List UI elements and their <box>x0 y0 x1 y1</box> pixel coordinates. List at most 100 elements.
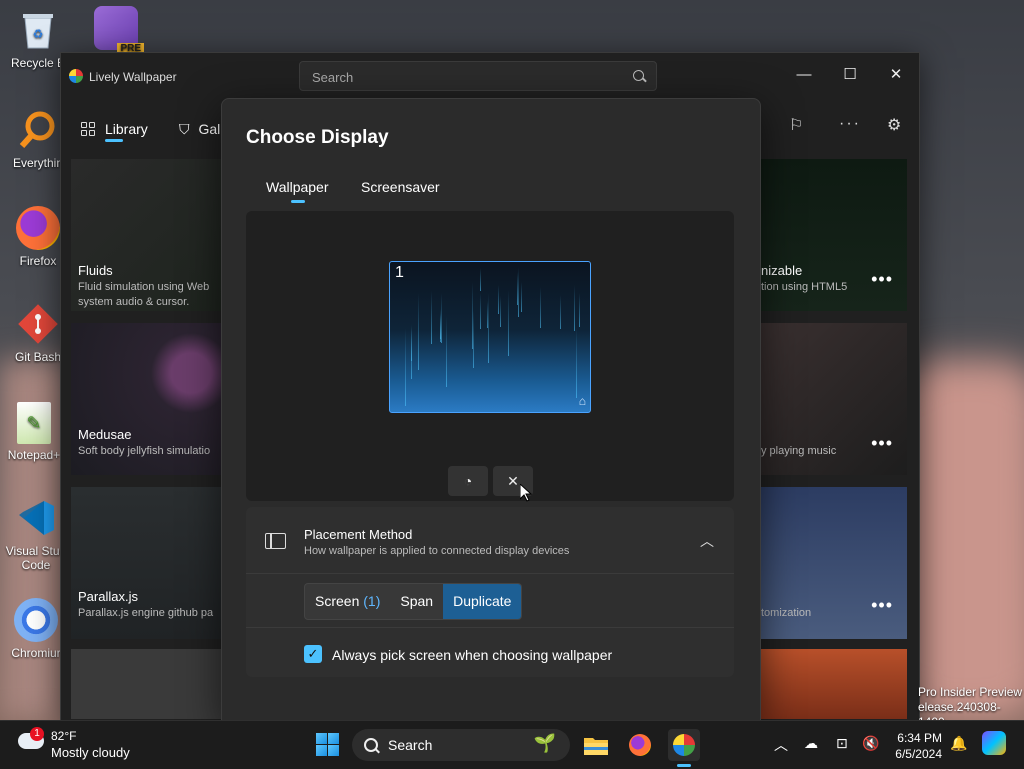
matrix-rain-streak <box>508 290 510 356</box>
card-title: Parallax.js <box>78 589 138 604</box>
desktop-icon-chromium[interactable]: Chromiur <box>4 598 68 660</box>
git-bash-icon <box>16 302 60 346</box>
placement-option-duplicate[interactable]: Duplicate <box>443 584 522 619</box>
display-number: 1 <box>395 264 404 281</box>
search-icon <box>364 738 378 752</box>
firefox-taskbar-icon[interactable] <box>624 729 656 761</box>
card-more-button[interactable]: ••• <box>871 595 893 616</box>
matrix-rain-streak <box>410 326 412 362</box>
choose-display-dialog: Choose Display Wallpaper Screensaver 1 ⌂… <box>221 98 761 722</box>
placement-option-screen[interactable]: Screen (1) <box>305 584 390 619</box>
minimize-button[interactable]: — <box>781 59 827 89</box>
wallpaper-card[interactable] <box>71 649 221 719</box>
copilot-icon[interactable] <box>982 731 1006 755</box>
file-explorer-icon[interactable] <box>580 729 612 761</box>
card-more-button[interactable]: ••• <box>871 433 893 454</box>
matrix-rain-streak <box>539 286 541 328</box>
wallpaper-card[interactable]: Parallax.js Parallax.js engine github pa <box>71 487 221 639</box>
desktop-icon-notepad-plus[interactable]: ✎ Notepad+ <box>2 402 66 462</box>
tab-active-indicator <box>291 200 305 203</box>
notification-bell-icon[interactable]: 🔔 <box>950 735 967 752</box>
taskbar-clock[interactable]: 6:34 PM 6/5/2024 <box>890 730 942 762</box>
wallpaper-card[interactable]: Medusae Soft body jellyfish simulatio <box>71 323 221 475</box>
wallpaper-card[interactable]: y playing music ••• <box>761 323 907 475</box>
lively-logo-icon <box>69 69 83 83</box>
placement-method-section: Placement Method How wallpaper is applie… <box>246 507 734 677</box>
matrix-rain-streak <box>497 285 499 315</box>
card-description: Soft body jellyfish simulatio <box>78 445 211 457</box>
search-highlight-icon: 🌱 <box>533 733 556 753</box>
matrix-rain-streak <box>431 291 433 345</box>
weather-alert-badge: 1 <box>30 727 44 741</box>
volume-icon[interactable]: 🔇 <box>862 735 879 752</box>
onedrive-icon[interactable]: ☁ <box>804 735 818 752</box>
notepad-plus-icon: ✎ <box>17 402 51 444</box>
option-label: Screen <box>315 593 360 609</box>
clock-time: 6:34 PM <box>897 731 942 745</box>
settings-gear-icon[interactable]: ⚙ <box>887 115 901 139</box>
flag-icon[interactable]: ⚐ <box>789 115 803 139</box>
desktop-icon-visual-studio-preview[interactable]: PRE <box>86 6 146 54</box>
divider <box>246 627 734 628</box>
network-icon[interactable]: ⊡ <box>836 735 848 752</box>
nav-library-label: Library <box>105 121 148 137</box>
vscode-icon <box>14 496 58 540</box>
wallpaper-card[interactable]: Fluids Fluid simulation using Web system… <box>71 159 221 311</box>
home-icon: ⌂ <box>578 394 586 408</box>
wallpaper-card[interactable]: nizable tion using HTML5 ••• <box>761 159 907 311</box>
card-title: Fluids <box>78 263 113 278</box>
card-title: nizable <box>761 263 803 278</box>
search-icon[interactable] <box>633 70 644 81</box>
wallpaper-card[interactable] <box>761 649 907 719</box>
nav-library[interactable]: Library <box>81 117 148 141</box>
lively-wallpaper-taskbar-icon[interactable] <box>668 729 700 761</box>
palette-icon: ◔ <box>463 473 473 489</box>
placement-title: Placement Method <box>304 527 413 542</box>
library-grid-icon <box>81 122 95 136</box>
matrix-rain-streak <box>479 292 481 329</box>
placement-option-span[interactable]: Span <box>390 584 443 619</box>
matrix-rain-streak <box>446 315 448 388</box>
divider <box>246 573 734 574</box>
matrix-rain-streak <box>479 268 481 292</box>
tab-screensaver[interactable]: Screensaver <box>361 179 440 195</box>
clock-date: 6/5/2024 <box>895 747 942 761</box>
display-1-thumbnail[interactable]: 1 ⌂ <box>389 261 591 413</box>
matrix-rain-streak <box>441 293 443 344</box>
customize-palette-button[interactable]: ◔ <box>448 466 488 496</box>
desktop-icon-vscode[interactable]: Visual Stud Code <box>4 496 68 572</box>
more-options-icon[interactable]: ··· <box>839 115 861 139</box>
search-input[interactable] <box>310 67 614 87</box>
tab-wallpaper[interactable]: Wallpaper <box>266 179 329 195</box>
placement-panel-icon <box>265 533 286 549</box>
nav-gallery[interactable]: ⛉ Gal <box>179 117 220 141</box>
active-app-indicator <box>677 764 691 767</box>
chevron-up-icon[interactable]: ︿ <box>774 735 788 755</box>
matrix-rain-streak <box>576 326 578 399</box>
wallpaper-card[interactable]: tomization ••• <box>761 487 907 639</box>
chevron-up-icon[interactable]: ︿ <box>700 531 714 551</box>
taskbar: 1 82°F Mostly cloudy Search 🌱 ︿ ☁ ⊡ 🔇 6:… <box>0 720 1024 769</box>
card-description: Parallax.js engine github pa <box>78 607 214 619</box>
visual-studio-icon: PRE <box>94 6 144 54</box>
desktop-icon-label: Chromiur <box>11 646 61 660</box>
start-button[interactable] <box>316 733 339 756</box>
card-more-button[interactable]: ••• <box>871 269 893 290</box>
everything-search-icon <box>16 108 60 152</box>
title-bar: Lively Wallpaper — ☐ ✕ <box>61 53 919 99</box>
matrix-rain-streak <box>500 296 502 327</box>
card-description: y playing music <box>761 445 837 457</box>
always-pick-screen-checkbox[interactable]: ✓ <box>304 645 322 663</box>
gallery-bag-icon: ⛉ <box>179 120 190 137</box>
display-preview-area: 1 ⌂ ◔ ✕ <box>246 211 734 501</box>
taskbar-search[interactable]: Search 🌱 <box>352 729 570 761</box>
card-description: tomization <box>761 607 812 619</box>
mouse-cursor-icon <box>519 482 533 507</box>
close-window-button[interactable]: ✕ <box>873 59 919 89</box>
placement-segmented-control: Screen (1) Span Duplicate <box>304 583 523 620</box>
title-search-box[interactable] <box>299 61 657 91</box>
placement-subtitle: How wallpaper is applied to connected di… <box>304 545 570 557</box>
recycle-bin-icon: ♻ <box>16 8 60 52</box>
weather-temperature: 82°F <box>51 729 77 743</box>
maximize-button[interactable]: ☐ <box>827 59 873 89</box>
